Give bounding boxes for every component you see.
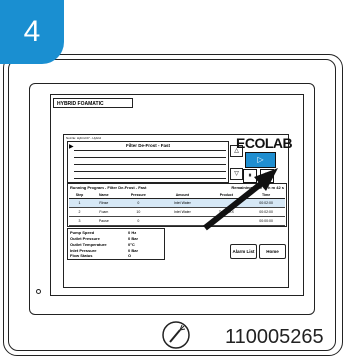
spray-nozzle-icon <box>162 321 190 349</box>
step-number-badge: 4 <box>0 0 64 64</box>
part-number: 110005265 <box>225 326 324 348</box>
indicator-dot <box>36 289 41 294</box>
